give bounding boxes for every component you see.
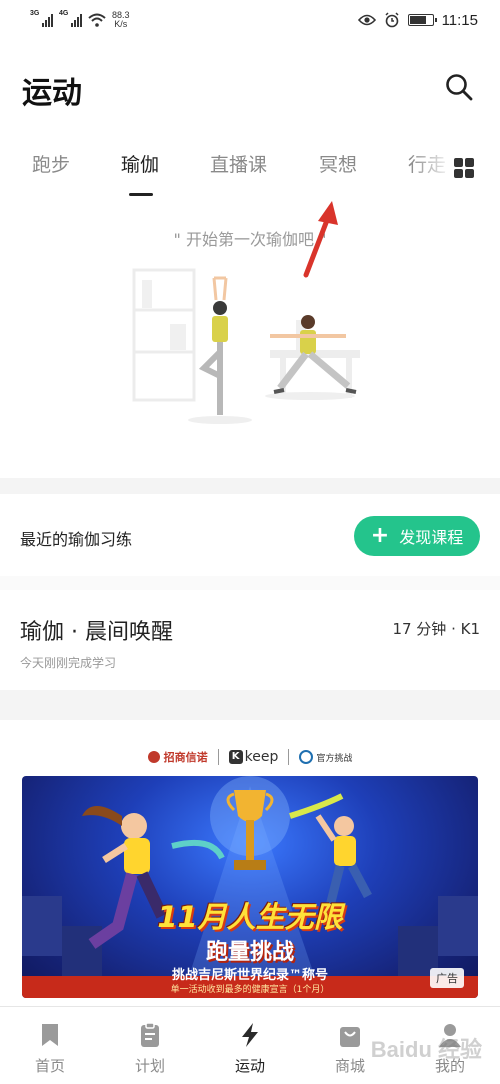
sponsor-logo-guinness: 官方挑战 bbox=[299, 750, 352, 764]
network-type-label-2: 4G bbox=[59, 10, 69, 17]
nav-home-label: 首页 bbox=[34, 1057, 65, 1075]
active-tab-indicator bbox=[129, 193, 153, 196]
sponsor-logo-keep: Kkeep bbox=[228, 749, 279, 765]
grid-menu-icon[interactable] bbox=[454, 158, 474, 178]
alarm-icon bbox=[385, 12, 399, 28]
nav-plan-label: 计划 bbox=[134, 1057, 165, 1075]
discover-courses-label: 发现课程 bbox=[399, 528, 464, 547]
section-divider bbox=[0, 478, 500, 494]
discover-courses-button[interactable]: + 发现课程 bbox=[354, 516, 480, 556]
section-divider-3 bbox=[0, 690, 500, 720]
network-type-label: 3G bbox=[30, 10, 40, 17]
shopping-bag-icon bbox=[340, 1027, 360, 1047]
ad-challenge-text: 挑战吉尼斯世界纪录™称号 bbox=[171, 968, 328, 983]
page-title: 运动 bbox=[22, 76, 82, 111]
ad-sponsor-logos: 招商信诺 Kkeep 官方挑战 bbox=[0, 744, 500, 770]
status-right: 11:15 bbox=[357, 11, 478, 29]
recent-practice-title: 最近的瑜伽习练 bbox=[20, 530, 133, 549]
bookmark-icon bbox=[42, 1024, 58, 1046]
nav-plan[interactable]: 计划 bbox=[100, 1007, 200, 1084]
signal-icon: 3G bbox=[30, 10, 53, 27]
logo-divider bbox=[217, 749, 219, 765]
sponsor-logo-cigna: 招商信诺 bbox=[147, 749, 208, 765]
lightning-icon bbox=[242, 1023, 258, 1047]
empty-state-caption: " 开始第一次瑜伽吧 " bbox=[173, 230, 327, 249]
wifi-icon bbox=[88, 13, 106, 27]
header: 运动 bbox=[0, 60, 500, 120]
session-status: 今天刚刚完成学习 bbox=[20, 656, 117, 670]
tab-meditation[interactable]: 冥想 bbox=[319, 150, 357, 177]
tab-yoga[interactable]: 瑜伽 bbox=[121, 150, 159, 177]
network-speed: 88.3 K/s bbox=[112, 11, 130, 29]
session-card[interactable]: 瑜伽 · 晨间唤醒 17 分钟 · K1 今天刚刚完成学习 bbox=[0, 590, 500, 690]
nav-sport-label: 运动 bbox=[234, 1057, 265, 1075]
clipboard-icon bbox=[141, 1022, 159, 1047]
status-left: 3G 4G 88.3 K/s bbox=[30, 10, 130, 29]
nav-sport[interactable]: 运动 bbox=[200, 1007, 300, 1084]
eye-icon bbox=[357, 14, 376, 26]
sponsor-logo-cigna-text: 招商信诺 bbox=[163, 751, 208, 764]
category-tabs: 跑步 瑜伽 直播课 冥想 行走 bbox=[0, 146, 500, 200]
ad-banner-image[interactable]: 11月人生无限 跑量挑战 挑战吉尼斯世界纪录™称号 单一活动收到最多的健康宣言（… bbox=[22, 776, 478, 998]
ad-fine-print: 单一活动收到最多的健康宣言（1个月） bbox=[170, 985, 330, 995]
session-duration-level: 17 分钟 · K1 bbox=[392, 620, 480, 638]
status-bar: 3G 4G 88.3 K/s 11:15 bbox=[0, 0, 500, 40]
watermark: Baidu 经验 bbox=[370, 1037, 482, 1062]
network-speed-unit: K/s bbox=[114, 19, 128, 29]
yoga-illustration bbox=[132, 268, 360, 424]
search-icon[interactable] bbox=[444, 72, 474, 102]
recent-practice-header: 最近的瑜伽习练 + 发现课程 bbox=[0, 494, 500, 576]
logo-divider-2 bbox=[288, 749, 290, 765]
ad-headline: 11月人生无限 bbox=[157, 900, 343, 934]
nav-store-label: 商城 bbox=[334, 1057, 365, 1075]
signal-icon-2: 4G bbox=[59, 10, 82, 27]
nav-home[interactable]: 首页 bbox=[0, 1007, 100, 1084]
annotation-arrow-icon bbox=[303, 201, 338, 278]
tab-live-class[interactable]: 直播课 bbox=[210, 150, 267, 177]
ad-card[interactable]: 招商信诺 Kkeep 官方挑战 11月人生无限 跑量挑战 挑战吉尼斯世界纪录™称… bbox=[0, 720, 500, 1006]
ad-label-badge: 广告 bbox=[430, 968, 464, 988]
session-title: 瑜伽 · 晨间唤醒 bbox=[20, 620, 173, 645]
plus-icon: + bbox=[370, 523, 390, 548]
section-divider-2 bbox=[0, 576, 500, 590]
battery-icon bbox=[407, 14, 437, 26]
tab-running[interactable]: 跑步 bbox=[32, 150, 70, 177]
clock: 11:15 bbox=[441, 11, 478, 29]
sponsor-logo-guinness-text: 官方挑战 bbox=[316, 753, 353, 764]
ad-subheadline: 跑量挑战 bbox=[205, 940, 294, 965]
sponsor-logo-keep-text: keep bbox=[244, 749, 279, 765]
empty-state-hero: " 开始第一次瑜伽吧 " bbox=[0, 200, 500, 478]
